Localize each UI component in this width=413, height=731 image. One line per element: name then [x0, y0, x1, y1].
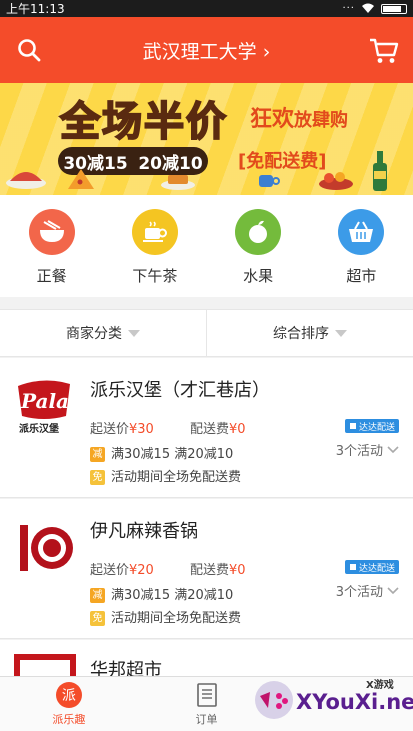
chevron-down-icon [387, 586, 399, 594]
top-header: 武汉理工大学 › [0, 17, 413, 83]
delivery-badge: 达达配送 [345, 419, 399, 433]
watermark-site-text: XYouXi.net [296, 690, 413, 714]
watermark: X游戏 XYouXi.net [248, 676, 413, 731]
delivery-icon [349, 564, 356, 570]
dropdown-arrow-icon [128, 329, 140, 337]
shop-card[interactable]: 华邦超市 [0, 640, 413, 716]
shop-name: 伊凡麻辣香锅 [90, 521, 198, 542]
filter-label: 商家分类 [66, 326, 122, 342]
status-icons: ··· [342, 3, 407, 14]
bottle-icon [373, 151, 387, 191]
notification-dots: ··· [342, 3, 355, 14]
discount-tag-icon: 减 [90, 588, 105, 603]
logo-sub-text: 派乐汉堡 [19, 422, 59, 435]
shop-min-price: 起送价¥20 [90, 563, 154, 578]
coffee-cup-icon [131, 209, 178, 255]
shop-min-price: 起送价¥30 [90, 422, 154, 437]
cake-icon [161, 175, 195, 190]
promo-discount: 减满30减15 满20减10 [90, 584, 233, 603]
shop-delivery-fee: 配送费¥0 [190, 422, 246, 437]
shop-delivery-fee: 配送费¥0 [190, 563, 246, 578]
yifan-logo [14, 517, 76, 579]
nav-label: 订单 [195, 713, 218, 726]
filter-merchant-category[interactable]: 商家分类 [0, 310, 206, 356]
category-grid: 正餐 下午茶 水果 超市 [0, 195, 413, 297]
food-decoration-icon [6, 172, 46, 189]
discount-tag-icon: 减 [90, 447, 105, 462]
home-icon: 派 [55, 682, 82, 708]
nav-home[interactable]: 派 派乐趣 [0, 677, 138, 731]
category-label: 超市 [346, 267, 377, 285]
banner-subtitle-small: 放肆购 [294, 110, 349, 131]
delivery-icon [349, 423, 356, 429]
battery-icon [381, 3, 407, 14]
watermark-top-text: X游戏 [366, 680, 394, 691]
delivery-fee-value: ¥0 [229, 422, 246, 437]
cart-icon[interactable] [369, 37, 399, 65]
promo-free-delivery: 免活动期间全场免配送费 [90, 607, 241, 626]
shop-card[interactable]: 伊凡麻辣香锅 起送价¥20 配送费¥0 达达配送 减满30减15 满20减10 … [0, 499, 413, 639]
status-time: 上午11:13 [6, 2, 65, 16]
shop-name: 派乐汉堡（才汇巷店） [90, 380, 270, 401]
category-xiawucha[interactable]: 下午茶 [103, 195, 206, 297]
shop-card[interactable]: Pala 派乐汉堡 派乐汉堡（才汇巷店） 起送价¥30 配送费¥0 达达配送 减… [0, 358, 413, 498]
activities-toggle[interactable]: 3个活动 [336, 581, 399, 600]
promo-banner[interactable]: 全场半价 狂欢放肆购 30减15 20减10 [免配送费] [0, 83, 413, 195]
filter-sort[interactable]: 综合排序 [206, 310, 413, 356]
wifi-icon [362, 3, 374, 13]
banner-headline: 全场半价 [59, 98, 228, 146]
banner-subtitle-big: 狂欢 [250, 107, 295, 132]
logo-brand-text: Pala [20, 389, 69, 413]
delivery-badge: 达达配送 [345, 560, 399, 574]
apple-icon [235, 209, 282, 255]
tea-cup-icon [259, 175, 280, 187]
category-label: 水果 [243, 267, 274, 285]
status-bar: 上午11:13 ··· [0, 0, 413, 17]
order-list-icon [196, 683, 217, 707]
nav-label: 派乐趣 [52, 713, 86, 726]
filter-bar: 商家分类 综合排序 [0, 309, 413, 357]
promo-discount: 减满30减15 满20减10 [90, 443, 233, 462]
pala-logo: Pala 派乐汉堡 [14, 376, 76, 438]
delivery-fee-value: ¥0 [229, 563, 246, 578]
category-shuiguo[interactable]: 水果 [207, 195, 310, 297]
location-selector[interactable]: 武汉理工大学 › [0, 37, 413, 64]
free-tag-icon: 免 [90, 470, 105, 485]
banner-subtitle: 狂欢放肆购 [250, 101, 348, 133]
activities-toggle[interactable]: 3个活动 [336, 440, 399, 459]
free-tag-icon: 免 [90, 611, 105, 626]
chevron-down-icon [387, 445, 399, 453]
pizza-icon [68, 169, 94, 189]
fruit-bowl-icon [319, 172, 353, 190]
category-chaoshi[interactable]: 超市 [310, 195, 413, 297]
search-icon[interactable] [16, 37, 42, 63]
dropdown-arrow-icon [335, 329, 347, 337]
category-zhengcan[interactable]: 正餐 [0, 195, 103, 297]
category-label: 下午茶 [132, 267, 178, 285]
banner-free-delivery: [免配送费] [238, 151, 327, 172]
promo-free-delivery: 免活动期间全场免配送费 [90, 466, 241, 485]
min-price-value: ¥20 [129, 563, 154, 578]
gamepad-logo-icon [255, 681, 293, 719]
min-price-value: ¥30 [129, 422, 154, 437]
filter-label: 综合排序 [273, 326, 329, 342]
category-label: 正餐 [36, 267, 67, 285]
basket-icon [338, 209, 385, 255]
bowl-icon [28, 209, 75, 255]
